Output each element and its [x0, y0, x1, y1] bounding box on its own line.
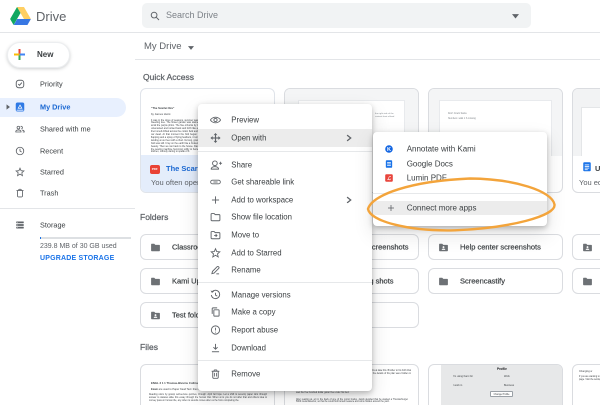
svg-text:K: K: [387, 147, 391, 153]
